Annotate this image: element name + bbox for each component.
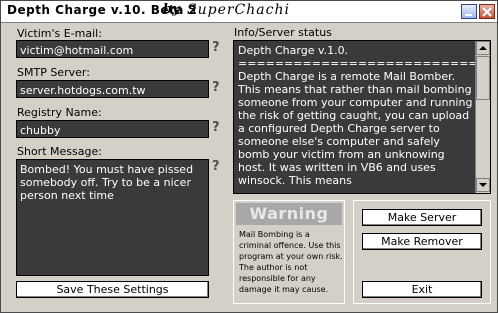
scroll-down-button[interactable] <box>476 178 490 192</box>
exit-button[interactable]: Exit <box>362 281 482 298</box>
warning-title: Warning <box>236 203 342 225</box>
message-help-icon[interactable]: ? <box>212 159 220 174</box>
warning-text: Mail Bombing is a criminal offence. Use … <box>239 230 343 294</box>
title-by: by <box>163 2 180 17</box>
registry-name-field[interactable]: chubby <box>16 120 209 138</box>
actions-panel: Make Server Make Remover Exit <box>353 200 491 304</box>
warning-panel: Warning Mail Bombing is a criminal offen… <box>233 200 345 304</box>
smtp-help-icon[interactable]: ? <box>212 80 220 95</box>
minimize-icon <box>465 13 472 16</box>
info-scrollbar[interactable] <box>475 41 490 193</box>
app-window: Depth Charge v.10. Beta 2 by SuperChachi… <box>0 0 498 313</box>
registry-help-icon[interactable]: ? <box>212 120 220 135</box>
minimize-button[interactable] <box>461 4 477 19</box>
email-label: Victim's E-mail: <box>17 27 102 40</box>
close-button[interactable] <box>479 4 495 19</box>
info-label: Info/Server status <box>234 26 332 39</box>
smtp-server-field[interactable]: server.hotdogs.com.tw <box>16 80 209 98</box>
title-author-signature: SuperChachi <box>187 2 290 18</box>
message-label: Short Message: <box>17 145 102 158</box>
save-settings-button[interactable]: Save These Settings <box>16 281 209 298</box>
scroll-up-icon <box>479 46 487 50</box>
scroll-thumb[interactable] <box>476 56 490 100</box>
smtp-label: SMTP Server: <box>17 66 90 79</box>
scroll-down-icon <box>479 183 487 187</box>
make-server-button[interactable]: Make Server <box>362 209 482 226</box>
make-remover-button[interactable]: Make Remover <box>362 233 482 250</box>
message-textarea[interactable]: Bombed! You must have pissed somebody of… <box>16 159 209 276</box>
scroll-up-button[interactable] <box>476 41 490 55</box>
email-help-icon[interactable]: ? <box>212 40 220 55</box>
close-icon <box>482 6 492 17</box>
title-bar[interactable]: Depth Charge v.10. Beta 2 by SuperChachi <box>1 1 497 23</box>
email-field[interactable]: victim@hotmail.com <box>16 40 209 58</box>
info-status-box[interactable]: Depth Charge v.1.0. ====================… <box>233 40 491 194</box>
info-text: Depth Charge v.1.0. ====================… <box>238 44 478 187</box>
main-content: Victim's E-mail: victim@hotmail.com ? SM… <box>1 23 497 312</box>
registry-label: Registry Name: <box>17 106 102 119</box>
